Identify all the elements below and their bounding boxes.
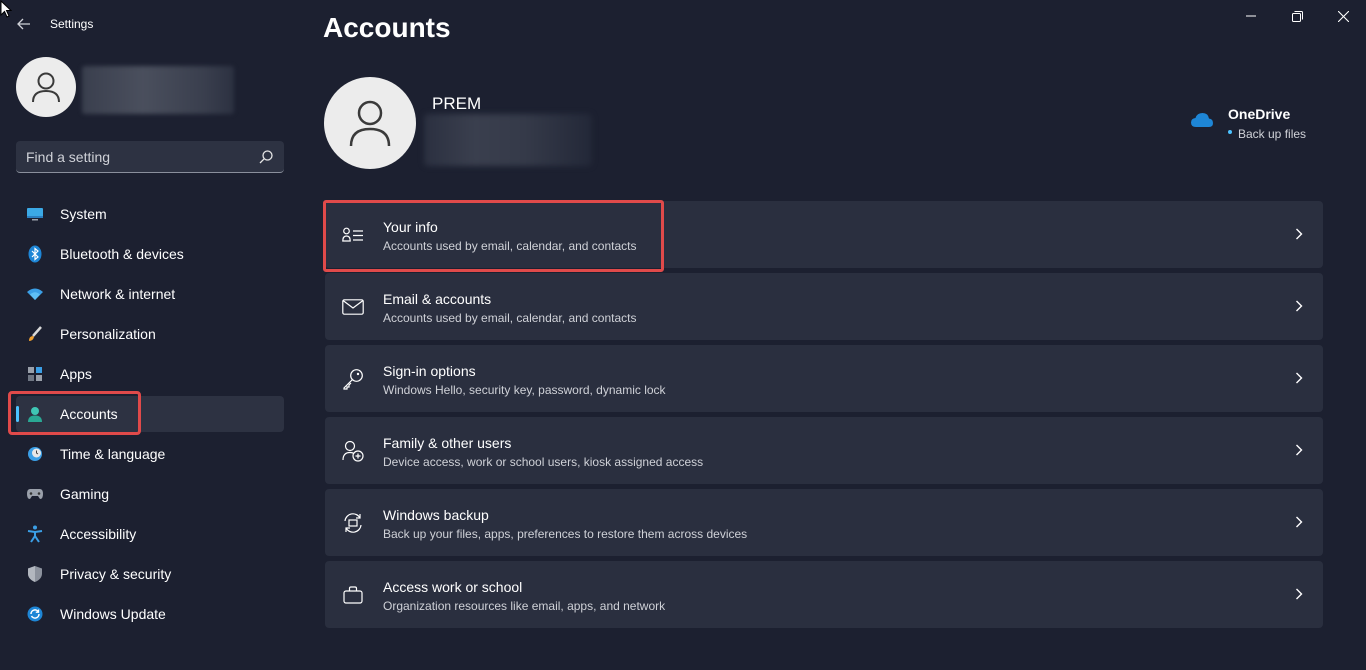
sidebar-item-accounts[interactable]: Accounts: [16, 396, 284, 432]
search-input[interactable]: [26, 147, 246, 167]
wifi-icon: [26, 285, 44, 303]
user-avatar[interactable]: [324, 77, 416, 169]
onedrive-status[interactable]: OneDrive Back up files: [1190, 104, 1340, 144]
briefcase-icon: [341, 583, 365, 607]
card-title: Windows backup: [383, 507, 489, 523]
sidebar-item-gaming[interactable]: Gaming: [16, 476, 284, 512]
search-box[interactable]: [16, 141, 284, 173]
sidebar-item-windows-update[interactable]: Windows Update: [16, 596, 284, 632]
sidebar-item-label: Bluetooth & devices: [60, 246, 184, 262]
chevron-right-icon: [1291, 514, 1307, 530]
search-icon[interactable]: [258, 149, 274, 165]
card-subtitle: Accounts used by email, calendar, and co…: [383, 311, 637, 325]
sidebar-item-label: System: [60, 206, 107, 222]
page-title: Accounts: [323, 12, 451, 43]
title-bar: Settings: [0, 0, 1366, 48]
person-icon: [26, 405, 44, 423]
sidebar-item-apps[interactable]: Apps: [16, 356, 284, 392]
gamepad-icon: [26, 485, 44, 503]
card-title: Family & other users: [383, 435, 512, 451]
minimize-icon: [1246, 15, 1256, 17]
onedrive-subtitle: Back up files: [1238, 127, 1307, 141]
card-sign-in-options[interactable]: Sign-in options Windows Hello, security …: [325, 345, 1323, 412]
card-email-accounts[interactable]: Email & accounts Accounts used by email,…: [325, 273, 1323, 340]
chevron-right-icon: [1291, 586, 1307, 602]
card-family-other-users[interactable]: Family & other users Device access, work…: [325, 417, 1323, 484]
back-arrow-icon: [17, 18, 30, 30]
contact-card-icon: [341, 223, 365, 247]
card-subtitle: Back up your files, apps, preferences to…: [383, 527, 748, 541]
active-indicator: [16, 406, 19, 422]
chevron-right-icon: [1291, 298, 1307, 314]
close-icon: [1337, 10, 1349, 22]
card-subtitle: Windows Hello, security key, password, d…: [383, 383, 666, 397]
card-subtitle: Accounts used by email, calendar, and co…: [383, 239, 637, 253]
maximize-icon: [1291, 10, 1303, 22]
apps-grid-icon: [26, 365, 44, 383]
card-title: Your info: [383, 219, 438, 235]
sidebar-item-label: Gaming: [60, 486, 110, 502]
card-access-work-school[interactable]: Access work or school Organization resou…: [325, 561, 1323, 628]
user-name: PREM: [432, 94, 482, 113]
paintbrush-icon: [26, 325, 44, 343]
onedrive-title: OneDrive: [1228, 106, 1291, 122]
card-your-info[interactable]: Your info Accounts used by email, calend…: [325, 201, 1323, 268]
sidebar: System Bluetooth & devices Network & int…: [0, 48, 300, 670]
card-title: Access work or school: [383, 579, 523, 595]
mail-icon: [341, 295, 365, 319]
nav-list: System Bluetooth & devices Network & int…: [16, 196, 284, 636]
card-subtitle: Organization resources like email, apps,…: [383, 599, 666, 613]
person-icon: [349, 100, 391, 147]
key-icon: [341, 367, 365, 391]
clock-globe-icon: [26, 445, 44, 463]
back-button[interactable]: [12, 14, 36, 34]
update-sync-icon: [26, 605, 44, 623]
chevron-right-icon: [1291, 442, 1307, 458]
settings-card-list: Your info Accounts used by email, calend…: [325, 201, 1323, 633]
user-email-redacted: [424, 114, 592, 166]
chevron-right-icon: [1291, 370, 1307, 386]
cloud-icon: [1191, 113, 1213, 127]
status-dot: [1228, 130, 1232, 134]
backup-sync-icon: [341, 511, 365, 535]
sidebar-item-label: Privacy & security: [60, 566, 172, 582]
sidebar-item-label: Accessibility: [60, 526, 137, 542]
profile-name-redacted: [82, 66, 234, 114]
bluetooth-icon: [26, 245, 44, 263]
card-title: Sign-in options: [383, 363, 476, 379]
sidebar-item-privacy-security[interactable]: Privacy & security: [16, 556, 284, 592]
minimize-button[interactable]: [1228, 4, 1274, 28]
shield-icon: [26, 565, 44, 583]
maximize-button[interactable]: [1274, 4, 1320, 28]
sidebar-item-label: Windows Update: [60, 606, 166, 622]
sidebar-item-label: Personalization: [60, 326, 156, 342]
sidebar-item-bluetooth[interactable]: Bluetooth & devices: [16, 236, 284, 272]
sidebar-item-system[interactable]: System: [16, 196, 284, 232]
card-subtitle: Device access, work or school users, kio…: [383, 455, 704, 469]
card-title: Email & accounts: [383, 291, 492, 307]
profile-avatar[interactable]: [16, 57, 76, 117]
close-button[interactable]: [1320, 4, 1366, 28]
sidebar-item-time-language[interactable]: Time & language: [16, 436, 284, 472]
sidebar-item-personalization[interactable]: Personalization: [16, 316, 284, 352]
person-icon: [32, 72, 60, 103]
monitor-icon: [26, 205, 44, 223]
person-add-icon: [341, 439, 365, 463]
card-windows-backup[interactable]: Windows backup Back up your files, apps,…: [325, 489, 1323, 556]
app-title: Settings: [50, 17, 94, 31]
sidebar-item-label: Apps: [60, 366, 92, 382]
chevron-right-icon: [1291, 226, 1307, 242]
accessibility-icon: [26, 525, 44, 543]
sidebar-item-label: Accounts: [60, 406, 118, 422]
sidebar-item-network[interactable]: Network & internet: [16, 276, 284, 312]
sidebar-item-accessibility[interactable]: Accessibility: [16, 516, 284, 552]
sidebar-item-label: Time & language: [60, 446, 166, 462]
sidebar-item-label: Network & internet: [60, 286, 176, 302]
